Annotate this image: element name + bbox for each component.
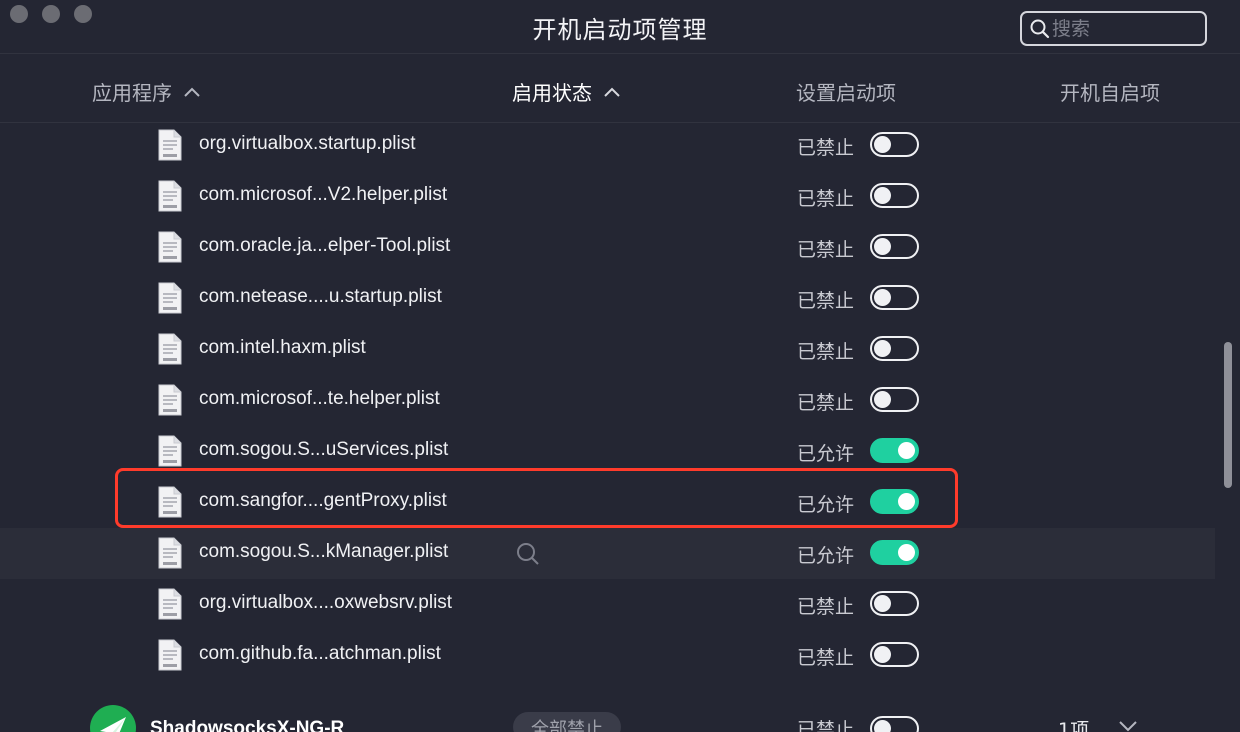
list-item-name: org.virtualbox.startup.plist — [199, 133, 416, 154]
enable-toggle[interactable] — [870, 642, 919, 667]
search-icon — [1030, 19, 1050, 38]
list-item-name: com.microsof...V2.helper.plist — [199, 184, 448, 205]
title-bar: 开机启动项管理 — [0, 0, 1240, 54]
caret-up-icon — [604, 87, 620, 97]
toggle-knob — [874, 136, 891, 153]
list-item-name: com.github.fa...atchman.plist — [199, 643, 441, 664]
plist-file-icon — [158, 231, 182, 263]
enable-toggle[interactable] — [870, 489, 919, 514]
plist-file-icon — [158, 333, 182, 365]
toggle-knob — [874, 238, 891, 255]
list-item-name: com.sogou.S...kManager.plist — [199, 541, 449, 562]
toggle-knob — [874, 595, 891, 612]
list-item[interactable]: com.sogou.S...kManager.plist 已允许 — [0, 528, 1215, 579]
list-item-status: 已允许 — [797, 545, 855, 567]
list-item-status: 已禁止 — [797, 341, 855, 363]
enable-toggle[interactable] — [870, 540, 919, 565]
list-item[interactable]: com.microsof...te.helper.plist 已禁止 — [0, 375, 1215, 426]
toggle-knob — [874, 391, 891, 408]
list-item-name: com.oracle.ja...elper-Tool.plist — [199, 235, 451, 256]
column-status[interactable]: 启用状态 — [512, 77, 622, 106]
list-item[interactable]: com.netease....u.startup.plist 已禁止 — [0, 273, 1215, 324]
column-app[interactable]: 应用程序 — [92, 77, 202, 106]
list-item[interactable]: com.github.fa...atchman.plist 已禁止 — [0, 630, 1215, 681]
toggle-knob — [874, 187, 891, 204]
list-item[interactable]: com.intel.haxm.plist 已禁止 — [0, 324, 1215, 375]
enable-toggle[interactable] — [870, 183, 919, 208]
plist-file-icon — [158, 435, 182, 467]
scrollbar[interactable] — [1224, 342, 1232, 488]
list-item-name: com.sangfor....gentProxy.plist — [199, 490, 447, 511]
enable-toggle[interactable] — [870, 387, 919, 412]
plist-file-icon — [158, 129, 182, 161]
plist-file-icon — [158, 639, 182, 671]
toggle-knob — [874, 340, 891, 357]
column-autostart-label: 开机自启项 — [1060, 81, 1160, 105]
list-item-status: 已允许 — [797, 494, 855, 516]
list-item-status: 已允许 — [797, 443, 855, 465]
list-item-name: org.virtualbox....oxwebsrv.plist — [199, 592, 453, 613]
caret-up-icon — [184, 87, 200, 97]
list-item-status: 已禁止 — [797, 188, 855, 210]
app-group-name: ShadowsocksX-NG-R — [150, 718, 345, 732]
list-item[interactable]: com.oracle.ja...elper-Tool.plist 已禁止 — [0, 222, 1215, 273]
column-setting[interactable]: 设置启动项 — [796, 77, 896, 106]
plist-file-icon — [158, 180, 182, 212]
list-item[interactable]: com.microsof...V2.helper.plist 已禁止 — [0, 171, 1215, 222]
search-input[interactable] — [1052, 17, 1192, 40]
list-item-status: 已禁止 — [797, 137, 855, 159]
toggle-knob — [898, 442, 915, 459]
column-status-label: 启用状态 — [512, 81, 592, 105]
list-item-name: com.microsof...te.helper.plist — [199, 388, 440, 409]
list-item[interactable]: org.virtualbox....oxwebsrv.plist 已禁止 — [0, 579, 1215, 630]
list-item[interactable]: com.sangfor....gentProxy.plist 已允许 — [0, 477, 1215, 528]
column-header: 应用程序 启用状态 设置启动项 开机自启项 — [0, 55, 1240, 123]
plist-file-icon — [158, 588, 182, 620]
toggle-knob — [874, 720, 891, 732]
list-item[interactable]: org.virtualbox.startup.plist 已禁止 — [0, 120, 1215, 171]
list-item-status: 已禁止 — [797, 239, 855, 261]
enable-toggle[interactable] — [870, 336, 919, 361]
list-item-name: com.sogou.S...uServices.plist — [199, 439, 449, 460]
group-toggle[interactable] — [870, 716, 919, 732]
group-count: 1项 — [1058, 719, 1090, 732]
column-autostart[interactable]: 开机自启项 — [1060, 77, 1160, 106]
toggle-knob — [898, 544, 915, 561]
column-app-label: 应用程序 — [92, 81, 172, 105]
enable-toggle[interactable] — [870, 285, 919, 310]
plist-file-icon — [158, 282, 182, 314]
plist-file-icon — [158, 486, 182, 518]
list-item-name: com.intel.haxm.plist — [199, 337, 366, 358]
list-item-status: 已禁止 — [797, 596, 855, 618]
enable-toggle[interactable] — [870, 234, 919, 259]
search-icon[interactable] — [516, 542, 540, 566]
enable-toggle[interactable] — [870, 132, 919, 157]
list-item-status: 已禁止 — [797, 290, 855, 312]
toggle-knob — [874, 289, 891, 306]
toggle-knob — [874, 646, 891, 663]
group-status: 已禁止 — [797, 719, 855, 732]
plist-file-icon — [158, 384, 182, 416]
list-item-status: 已禁止 — [797, 647, 855, 669]
plist-file-icon — [158, 537, 182, 569]
chevron-down-icon[interactable] — [1118, 720, 1138, 732]
enable-toggle[interactable] — [870, 591, 919, 616]
paper-plane-icon — [90, 705, 136, 732]
enable-toggle[interactable] — [870, 438, 919, 463]
disable-all-button[interactable]: 全部禁止 — [513, 712, 621, 732]
search-box[interactable] — [1020, 11, 1207, 46]
column-setting-label: 设置启动项 — [796, 81, 896, 105]
list-item-status: 已禁止 — [797, 392, 855, 414]
list-item-name: com.netease....u.startup.plist — [199, 286, 442, 307]
list-item[interactable]: com.sogou.S...uServices.plist 已允许 — [0, 426, 1215, 477]
toggle-knob — [898, 493, 915, 510]
app-group-row[interactable]: ShadowsocksX-NG-R 全部禁止 已禁止 1项 — [0, 700, 1215, 732]
